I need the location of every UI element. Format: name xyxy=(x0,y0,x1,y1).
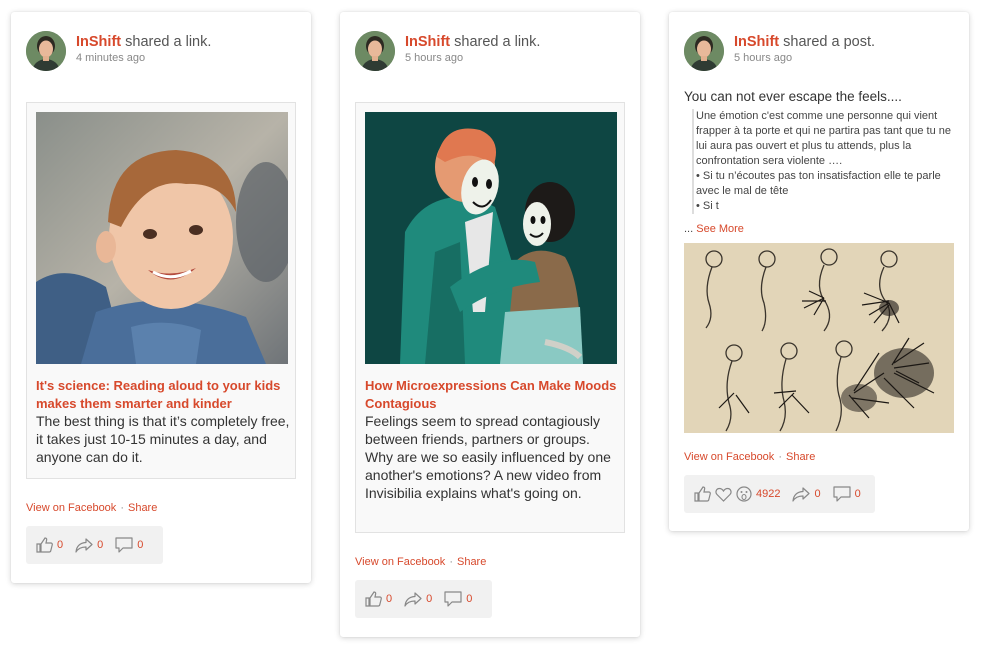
like-count: 0 xyxy=(386,593,393,605)
link-description: Feelings seem to spread contagiously bet… xyxy=(365,413,611,501)
author-link[interactable]: InShift xyxy=(734,34,779,50)
share-link[interactable]: Share xyxy=(786,451,815,463)
like-stat[interactable]: 0 xyxy=(36,537,63,553)
comment-icon xyxy=(444,591,462,607)
share-stat[interactable]: 0 xyxy=(75,537,104,553)
post-card: InShift shared a link. 4 minutes ago It'… xyxy=(11,12,311,583)
reaction-stat[interactable]: 4922 xyxy=(694,486,780,502)
share-stat[interactable]: 0 xyxy=(792,486,821,502)
link-description: The best thing is that it’s completely f… xyxy=(36,413,290,465)
comment-icon xyxy=(115,537,133,553)
post-actions: View on Facebook · Share xyxy=(26,502,157,514)
post-time[interactable]: 5 hours ago xyxy=(734,52,792,64)
avatar[interactable] xyxy=(26,31,66,71)
post-header: InShift shared a link. 4 minutes ago xyxy=(26,31,296,73)
link-preview[interactable]: How Microexpressions Can Make Moods Cont… xyxy=(355,102,625,533)
post-time[interactable]: 5 hours ago xyxy=(405,52,463,64)
share-link[interactable]: Share xyxy=(128,502,157,514)
comment-stat[interactable]: 0 xyxy=(444,591,472,607)
avatar[interactable] xyxy=(355,31,395,71)
separator: · xyxy=(778,451,782,463)
wow-face-icon xyxy=(736,486,752,502)
thumbs-up-icon xyxy=(36,537,53,553)
share-link[interactable]: Share xyxy=(457,556,486,568)
post-header: InShift shared a post. 5 hours ago xyxy=(684,31,954,73)
comment-count: 0 xyxy=(137,539,144,551)
author-link[interactable]: InShift xyxy=(76,34,121,50)
post-action: shared a link. xyxy=(125,34,212,50)
see-more-link[interactable]: See More xyxy=(696,223,744,235)
post-stats: 4922 0 0 xyxy=(684,475,875,513)
post-card: InShift shared a link. 5 hours ago How M… xyxy=(340,12,640,637)
avatar[interactable] xyxy=(684,31,724,71)
share-arrow-icon xyxy=(404,591,422,607)
comment-count: 0 xyxy=(466,593,473,605)
comment-stat[interactable]: 0 xyxy=(833,486,861,502)
reaction-count: 4922 xyxy=(756,488,781,500)
post-action: shared a post. xyxy=(783,34,876,50)
like-count: 0 xyxy=(57,539,64,551)
post-header: InShift shared a link. 5 hours ago xyxy=(355,31,625,73)
share-arrow-icon xyxy=(792,486,811,502)
post-byline: InShift shared a link. xyxy=(76,34,211,50)
thumbs-up-icon xyxy=(365,591,382,607)
post-time[interactable]: 4 minutes ago xyxy=(76,52,145,64)
quote-line: • Si tu n’écoutes pas ton insatisfaction… xyxy=(696,170,941,197)
view-on-facebook-link[interactable]: View on Facebook xyxy=(684,451,774,463)
post-image[interactable] xyxy=(684,243,954,433)
view-on-facebook-link[interactable]: View on Facebook xyxy=(355,556,445,568)
post-stats: 0 0 0 xyxy=(355,580,492,618)
share-count: 0 xyxy=(814,488,821,500)
link-image[interactable] xyxy=(36,112,288,364)
post-byline: InShift shared a post. xyxy=(734,34,875,50)
post-action: shared a link. xyxy=(454,34,541,50)
comment-stat[interactable]: 0 xyxy=(115,537,143,553)
see-more-row: ... See More xyxy=(684,223,744,235)
heart-icon xyxy=(715,487,732,502)
share-count: 0 xyxy=(97,539,104,551)
separator: · xyxy=(449,556,453,568)
post-actions: View on Facebook · Share xyxy=(684,451,815,463)
thumbs-up-icon xyxy=(694,486,711,502)
comment-icon xyxy=(833,486,851,502)
author-link[interactable]: InShift xyxy=(405,34,450,50)
post-actions: View on Facebook · Share xyxy=(355,556,486,568)
link-title[interactable]: How Microexpressions Can Make Moods Cont… xyxy=(365,377,621,413)
post-byline: InShift shared a link. xyxy=(405,34,540,50)
separator: · xyxy=(120,502,124,514)
quote-line: Une émotion c'est comme une personne qui… xyxy=(696,110,952,167)
view-on-facebook-link[interactable]: View on Facebook xyxy=(26,502,116,514)
shared-post-quote: Une émotion c'est comme une personne qui… xyxy=(692,109,954,214)
share-stat[interactable]: 0 xyxy=(404,591,433,607)
comment-count: 0 xyxy=(854,488,861,500)
link-image[interactable] xyxy=(365,112,617,364)
post-stats: 0 0 0 xyxy=(26,526,163,564)
share-arrow-icon xyxy=(75,537,93,553)
ellipsis: ... xyxy=(684,223,694,235)
quote-line: • Si t xyxy=(696,200,719,212)
link-title[interactable]: It's science: Reading aloud to your kids… xyxy=(36,377,292,413)
link-preview[interactable]: It's science: Reading aloud to your kids… xyxy=(26,102,296,479)
share-count: 0 xyxy=(426,593,433,605)
post-text: You can not ever escape the feels.... xyxy=(684,89,902,104)
post-card: InShift shared a post. 5 hours ago You c… xyxy=(669,12,969,531)
like-stat[interactable]: 0 xyxy=(365,591,392,607)
